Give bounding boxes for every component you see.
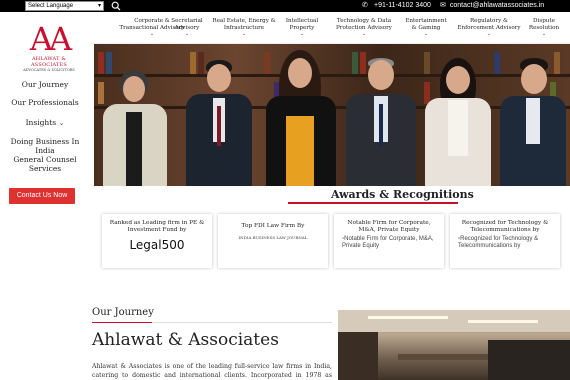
logo-mark: AA <box>29 20 72 58</box>
sidebar-item-our-journey[interactable]: Our Journey <box>0 80 90 89</box>
contact-us-button[interactable]: Contact Us Now <box>9 188 75 204</box>
iblj-logo: INDIA BUSINESS LAW JOURNAL <box>238 235 308 240</box>
awards-divider <box>288 202 458 204</box>
person <box>422 54 494 186</box>
award-card: Top FDI Law Firm By INDIA BUSINESS LAW J… <box>218 214 328 268</box>
journey-label: Our Journey <box>92 307 154 318</box>
person <box>262 48 340 186</box>
nav-item-secretarial[interactable]: Secretarial Advisory ⌄ <box>167 18 207 37</box>
language-select-value: Select Language <box>28 3 74 9</box>
sidebar-item-our-professionals[interactable]: Our Professionals <box>0 98 90 107</box>
phone-number: +91-11-4102 3400 <box>374 2 431 9</box>
mail-icon: ✉ <box>440 2 446 9</box>
logo[interactable]: AA AHLAWAT & ASSOCIATES ADVOCATES & SOLI… <box>22 22 76 78</box>
logo-tagline: ADVOCATES & SOLICITORS <box>23 68 75 72</box>
person <box>344 52 418 186</box>
person <box>498 56 568 186</box>
nav-item-line1: Real Estate, Energy & <box>212 18 276 24</box>
award-card-title: Ranked as Leading firm in PE & Investmen… <box>109 220 205 233</box>
nav-item-dispute[interactable]: Dispute Resolution ⌄ <box>526 18 562 37</box>
chevron-down-icon: ⌄ <box>486 31 492 37</box>
nav-item-technology[interactable]: Technology & Data Protection Advisory ⌄ <box>333 18 395 37</box>
chevron-down-icon: ⌄ <box>58 119 65 127</box>
sidebar-item-insights-label: Insights <box>25 118 57 127</box>
award-card-title: Notable Firm for Corporate, M&A, Private… <box>347 220 431 233</box>
award-card: Notable Firm for Corporate, M&A, Private… <box>334 214 444 268</box>
award-image-alt: Recognized for Technology & Telecommunic… <box>458 236 539 249</box>
nav-item-entertainment[interactable]: Entertainment & Gaming ⌄ <box>402 18 450 37</box>
award-card: Ranked as Leading firm in PE & Investmen… <box>102 214 212 268</box>
nav-item-ip[interactable]: Intellectual Property ⌄ <box>282 18 322 37</box>
sidebar: AA AHLAWAT & ASSOCIATES ADVOCATES & SOLI… <box>0 12 90 380</box>
journey-divider-light <box>152 322 332 323</box>
legal500-logo: Legal500 <box>129 238 185 252</box>
nav-item-line1: Regulatory & <box>469 18 509 24</box>
chevron-down-icon: ▾ <box>97 3 101 9</box>
phone-icon: ✆ <box>362 2 368 9</box>
award-card: Recognized for Technology & Telecommunic… <box>450 214 560 268</box>
nav-item-line1: Entertainment <box>405 18 447 24</box>
nav-item-line1: Corporate & <box>134 18 170 24</box>
journey-divider <box>92 322 152 323</box>
chevron-down-icon: ⌄ <box>241 31 247 37</box>
journey-title: Ahlawat & Associates <box>92 330 279 350</box>
chevron-down-icon: ⌄ <box>361 31 367 37</box>
nav-item-real-estate[interactable]: Real Estate, Energy & Infrastructure ⌄ <box>212 18 276 37</box>
language-select[interactable]: Select Language ▾ <box>25 1 104 11</box>
email-link[interactable]: ✉ contact@ahlawatassociates.in <box>440 1 544 11</box>
nav-item-line1: Dispute <box>533 18 555 24</box>
hero-team-photo <box>94 44 570 186</box>
chevron-down-icon: ⌄ <box>184 31 190 37</box>
nav-item-line1: Secretarial <box>171 18 203 24</box>
chevron-down-icon: ⌄ <box>541 31 547 37</box>
chevron-down-icon: ⌄ <box>299 31 305 37</box>
sidebar-item-doing-business[interactable]: Doing Business In India <box>0 137 90 155</box>
award-image-alt: Notable Firm for Corporate, M&A, Private… <box>342 236 434 249</box>
phone-link[interactable]: ✆ +91-11-4102 3400 <box>362 1 431 11</box>
award-image: ▫Notable Firm for Corporate, M&A, Privat… <box>334 234 444 252</box>
sidebar-item-general-counsel[interactable]: General Counsel Services <box>0 155 90 173</box>
award-card-title: Recognized for Technology & Telecommunic… <box>461 220 549 233</box>
office-photo <box>338 310 570 380</box>
search-icon[interactable] <box>111 1 121 11</box>
person <box>184 54 254 186</box>
award-card-title: Top FDI Law Firm By <box>241 223 305 229</box>
top-bar: Select Language ▾ ✆ +91-11-4102 3400 ✉ con… <box>0 0 570 12</box>
nav-item-regulatory[interactable]: Regulatory & Enforcement Advisory ⌄ <box>456 18 522 37</box>
nav-item-line1: Technology & Data <box>336 18 392 24</box>
email-address: contact@ahlawatassociates.in <box>449 2 545 9</box>
chevron-down-icon: ⌄ <box>423 31 429 37</box>
award-image: ▫Recognized for Technology & Telecommuni… <box>450 234 560 252</box>
awards-title: Awards & Recognitions <box>331 188 474 201</box>
journey-text: Ahlawat & Associates is one of the leadi… <box>92 363 332 379</box>
nav-item-line1: Intellectual <box>285 18 319 24</box>
main-nav: Corporate & Transactional Advisory ⌄ Sec… <box>90 12 570 44</box>
sidebar-item-insights[interactable]: Insights ⌄ <box>0 118 90 127</box>
person <box>100 68 170 186</box>
